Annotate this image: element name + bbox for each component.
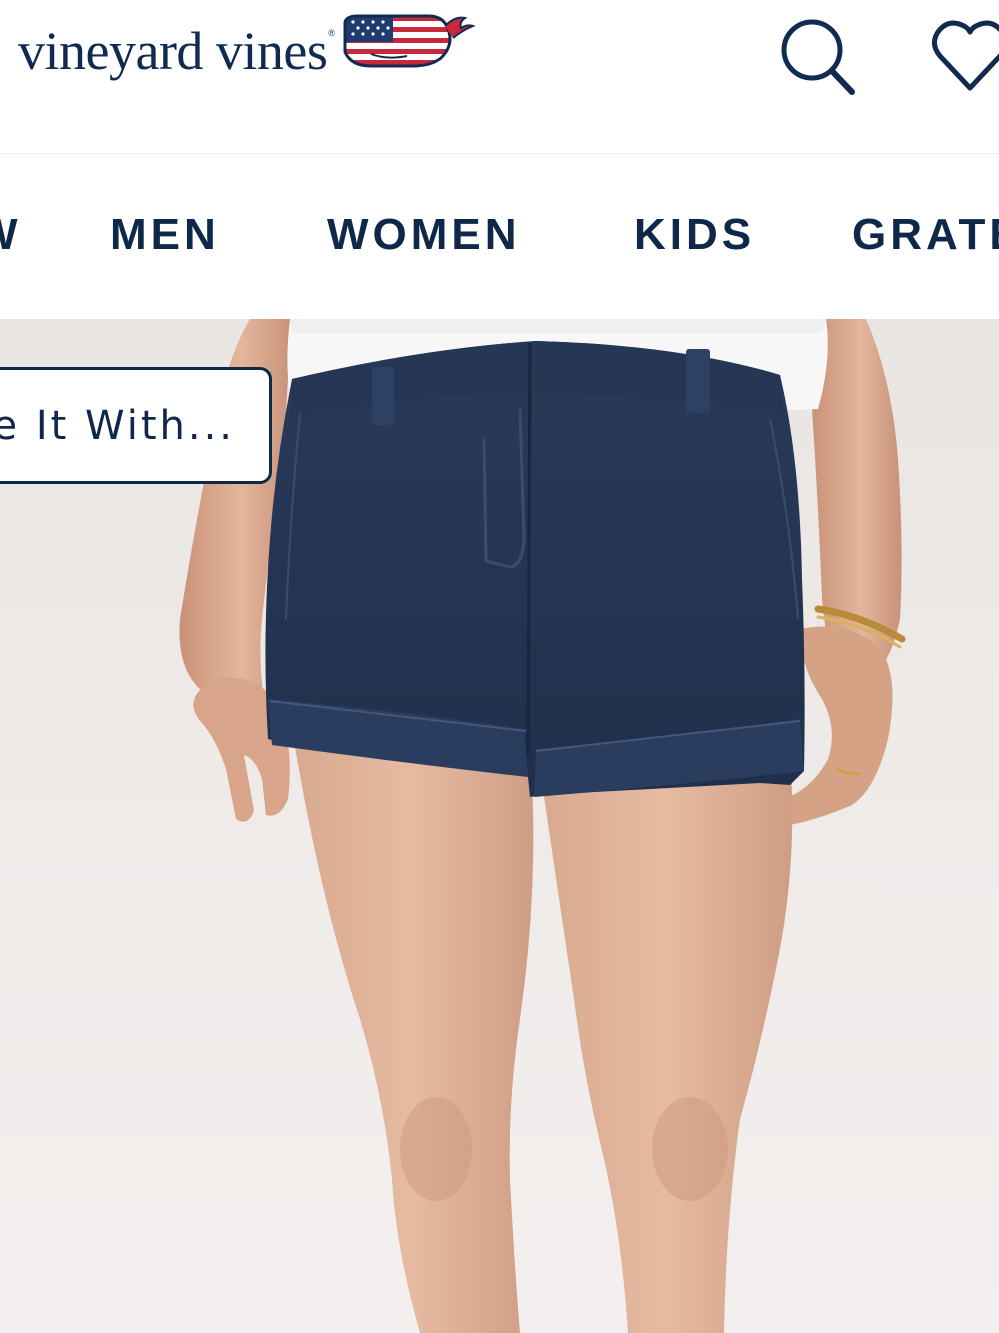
- brand-wordmark: vineyard vines: [18, 21, 328, 81]
- registered-mark: ®: [328, 28, 336, 38]
- nav-item-new[interactable]: W: [0, 210, 22, 260]
- main-nav: W MEN WOMEN KIDS GRATE: [0, 153, 999, 320]
- search-button[interactable]: [778, 14, 858, 103]
- nav-item-women[interactable]: WOMEN: [327, 210, 521, 260]
- heart-icon: [932, 20, 999, 91]
- wishlist-button[interactable]: [930, 14, 999, 99]
- search-icon: [781, 19, 855, 95]
- style-it-with-button[interactable]: e It With...: [0, 367, 272, 484]
- brand-logo[interactable]: vineyard vines ®: [18, 6, 476, 96]
- product-hero-image[interactable]: e It With...: [0, 319, 999, 1333]
- nav-item-men[interactable]: MEN: [110, 210, 220, 260]
- flag-whale-icon: [341, 12, 476, 75]
- nav-item-kids[interactable]: KIDS: [634, 210, 755, 260]
- site-header: vineyard vines ®: [0, 0, 999, 150]
- nav-item-grate[interactable]: GRATE: [852, 210, 999, 260]
